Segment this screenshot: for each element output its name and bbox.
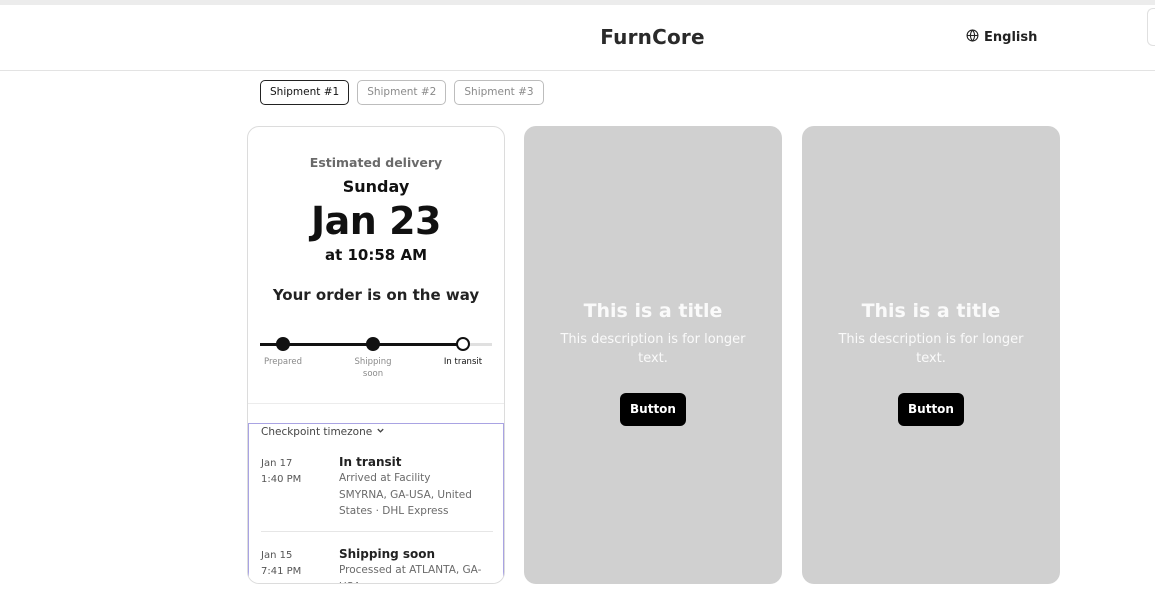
step-label-prepared: Prepared (263, 357, 303, 367)
shipment-tabs: Shipment #1 Shipment #2 Shipment #3 (260, 80, 544, 105)
delivery-time: at 10:58 AM (324, 246, 428, 264)
site-header: FurnCore English (0, 5, 1155, 71)
tab-shipment-1[interactable]: Shipment #1 (260, 80, 350, 105)
tracking-card: Estimated delivery Sunday Jan 23 at 10:5… (247, 126, 505, 584)
checkpoint-location: SMYRNA, GA-USA, United States · DHL Expr… (339, 488, 472, 518)
checkpoint-list[interactable]: Checkpoint timezone Jan 17 1:40 PM In tr… (248, 423, 504, 583)
divider (248, 403, 504, 404)
checkpoint-details: In transit Arrived at Facility SMYRNA, G… (339, 454, 493, 520)
order-status-heading: Your order is on the way (272, 286, 480, 304)
chevron-down-icon (376, 426, 385, 438)
tab-shipment-2[interactable]: Shipment #2 (357, 80, 447, 105)
placeholder-card: This is a title This description is for … (802, 126, 1060, 584)
side-panel-handle[interactable] (1147, 8, 1155, 46)
tab-shipment-3[interactable]: Shipment #3 (454, 80, 544, 105)
step-label-shipping-soon: Shipping soon (354, 357, 392, 379)
placeholder-description: This description is for longer text. (560, 332, 746, 366)
timezone-dropdown[interactable]: Checkpoint timezone (261, 426, 385, 438)
globe-icon (966, 29, 979, 46)
progress-dot-in-transit (456, 337, 470, 351)
language-selector[interactable]: English (966, 29, 1037, 46)
placeholder-title: This is a title (861, 300, 1001, 322)
checkpoint-title: Shipping soon (339, 547, 436, 561)
checkpoint-desc: Processed at ATLANTA, GA-USA (339, 564, 482, 583)
progress-dot-shipping-soon (366, 337, 380, 351)
checkpoint-title: In transit (339, 455, 402, 469)
placeholder-button[interactable]: Button (898, 393, 964, 426)
checkpoint-divider (261, 531, 493, 532)
checkpoint-datetime: Jan 15 7:41 PM (261, 548, 301, 580)
language-label: English (984, 30, 1038, 45)
checkpoint-desc: Arrived at Facility (339, 472, 431, 484)
checkpoint-datetime: Jan 17 1:40 PM (261, 456, 301, 488)
delivery-day: Sunday (342, 177, 410, 196)
checkpoint-date: Jan 17 (261, 458, 293, 469)
checkpoint-time: 7:41 PM (261, 566, 302, 577)
estimated-delivery-label: Estimated delivery (309, 155, 443, 170)
progress-dot-prepared (276, 337, 290, 351)
timezone-label: Checkpoint timezone (261, 426, 373, 438)
placeholder-title: This is a title (583, 300, 723, 322)
delivery-date: Jan 23 (311, 199, 441, 243)
checkpoint-date: Jan 15 (261, 550, 293, 561)
placeholder-card: This is a title This description is for … (524, 126, 782, 584)
checkpoint-details: Shipping soon Processed at ATLANTA, GA-U… (339, 546, 493, 583)
step-label-in-transit: In transit (443, 357, 483, 367)
checkpoint-time: 1:40 PM (261, 474, 302, 485)
placeholder-button[interactable]: Button (620, 393, 686, 426)
placeholder-description: This description is for longer text. (838, 332, 1024, 366)
